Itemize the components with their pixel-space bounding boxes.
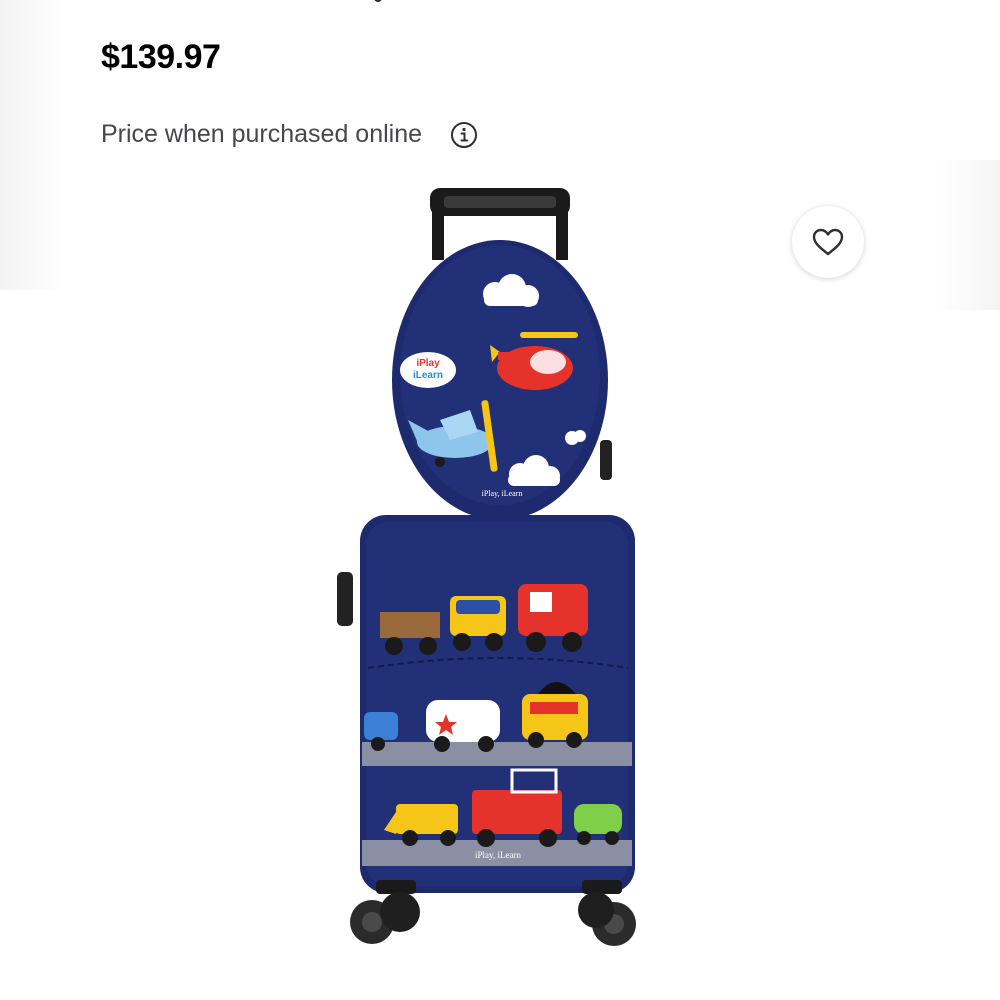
favorite-button[interactable] [792,206,864,278]
logo-text-line1: iPlay [416,358,440,369]
suitcase-body: iPlay, iLearn [337,515,635,893]
product-price: $139.97 [101,38,221,76]
left-edge-shadow [0,0,64,290]
suitcase-brand-text: iPlay, iLearn [475,850,521,860]
price-note: Price when purchased online [101,120,423,148]
heart-outline-icon [812,228,844,256]
product-image[interactable]: iPlay iLearn iPlay, iLearn iPlay, iLearn [300,180,700,960]
backpack-brand-text: iPlay, iLearn [482,489,523,498]
backpack-shell: iPlay iLearn iPlay, iLearn [392,240,612,520]
title-clipped-remnant [300,0,390,4]
logo-text-line2: iLearn [413,370,443,381]
brand-logo: iPlay iLearn [400,352,456,388]
info-icon[interactable] [450,121,478,149]
price-note-row: Price when purchased online [101,120,478,149]
right-edge-shadow [936,160,1000,310]
